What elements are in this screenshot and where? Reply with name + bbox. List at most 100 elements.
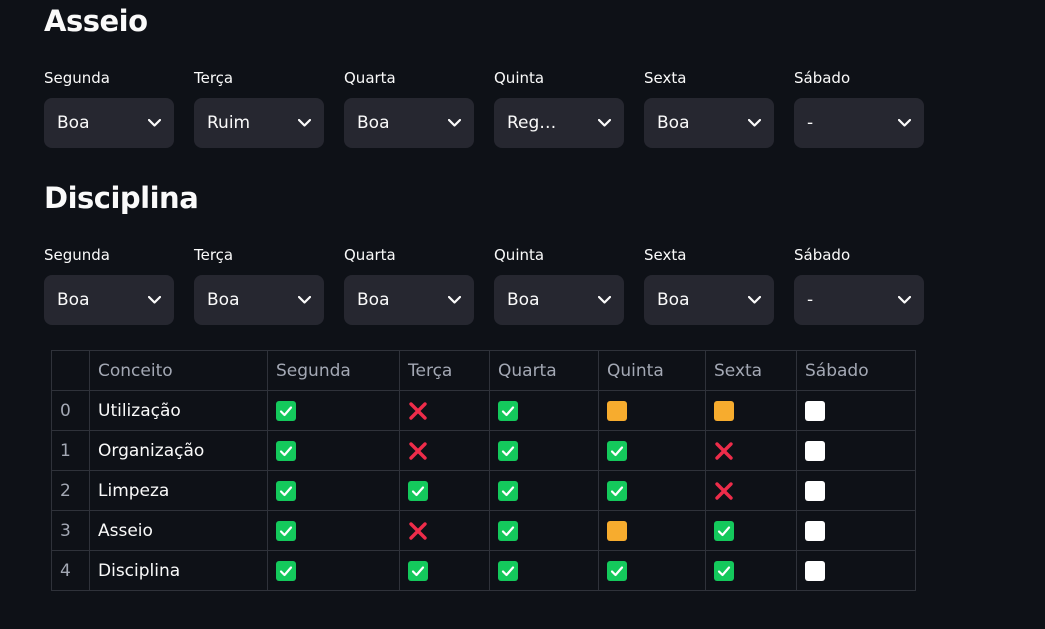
chevron-down-icon[interactable] [447, 116, 461, 130]
white-square-icon [805, 400, 825, 421]
day-select[interactable]: Boa [494, 275, 624, 325]
day-select[interactable]: Boa [344, 275, 474, 325]
chevron-down-icon[interactable] [897, 116, 911, 130]
section-title-disciplina: Disciplina [44, 181, 199, 215]
chevron-down-icon[interactable] [597, 293, 611, 307]
select-label: Terça [194, 246, 234, 264]
check-mark-icon [408, 480, 428, 501]
section-title-asseio: Asseio [44, 4, 148, 38]
chevron-down-icon[interactable] [147, 116, 161, 130]
chevron-down-icon[interactable] [147, 293, 161, 307]
select-label: Quarta [344, 246, 396, 264]
select-label: Sexta [644, 69, 687, 87]
check-mark-icon [714, 560, 734, 581]
status-cell [267, 470, 400, 511]
day-select[interactable]: Boa [344, 98, 474, 148]
white-square-icon [805, 520, 825, 541]
status-cell [796, 510, 916, 551]
table-row: 3 Asseio [51, 510, 916, 551]
table-body: 0 Utilização 1 Organização 2 Limpeza 3 Asseio 4 D… [51, 390, 916, 591]
status-cell [598, 510, 706, 551]
select-value: Boa [57, 113, 90, 133]
check-mark-icon [498, 520, 518, 541]
select-label: Quinta [494, 69, 545, 87]
select-group-segunda: Segunda Boa [44, 68, 174, 148]
column-header[interactable]: Sábado [796, 350, 916, 391]
table-row: 4 Disciplina [51, 550, 916, 591]
chevron-down-icon[interactable] [897, 293, 911, 307]
row-index: 2 [51, 470, 90, 511]
select-group-quarta: Quarta Boa [344, 245, 474, 325]
day-select[interactable]: - [794, 98, 924, 148]
select-group-sábado: Sábado - [794, 245, 924, 325]
check-mark-icon [408, 560, 428, 581]
status-cell [598, 390, 706, 431]
cross-mark-icon [408, 401, 428, 421]
column-header[interactable]: Segunda [267, 350, 400, 391]
select-row-disciplina: Segunda Boa Terça Boa Quarta Boa Quinta Boa Sext… [44, 245, 924, 325]
concept-cell: Organização [89, 430, 268, 471]
column-header[interactable]: Conceito [89, 350, 268, 391]
select-row-asseio: Segunda Boa Terça Ruim Quarta Boa Quinta Reg… Se… [44, 68, 924, 148]
check-mark-icon [498, 440, 518, 461]
select-group-sexta: Sexta Boa [644, 245, 774, 325]
select-value: - [807, 113, 814, 133]
status-cell [267, 390, 400, 431]
concept-cell: Disciplina [89, 550, 268, 591]
column-header[interactable] [51, 350, 90, 391]
day-select[interactable]: Boa [644, 275, 774, 325]
status-cell [489, 430, 599, 471]
chevron-down-icon[interactable] [597, 116, 611, 130]
status-cell [267, 430, 400, 471]
chevron-down-icon[interactable] [297, 293, 311, 307]
column-header[interactable]: Quinta [598, 350, 706, 391]
column-header[interactable]: Quarta [489, 350, 599, 391]
select-label: Terça [194, 69, 234, 87]
select-label: Sábado [794, 246, 851, 264]
select-label: Quarta [344, 69, 396, 87]
row-index: 3 [51, 510, 90, 551]
select-value: Boa [207, 290, 240, 310]
day-select[interactable]: Boa [44, 275, 174, 325]
check-mark-icon [276, 520, 296, 541]
day-select[interactable]: Boa [194, 275, 324, 325]
check-mark-icon [498, 560, 518, 581]
orange-square-icon [714, 400, 734, 421]
white-square-icon [805, 480, 825, 501]
status-cell [598, 470, 706, 511]
status-cell [796, 430, 916, 471]
day-select[interactable]: Boa [44, 98, 174, 148]
chevron-down-icon[interactable] [297, 116, 311, 130]
column-header[interactable]: Terça [399, 350, 490, 391]
day-select[interactable]: Boa [644, 98, 774, 148]
check-mark-icon [607, 440, 627, 461]
check-mark-icon [276, 560, 296, 581]
check-mark-icon [276, 480, 296, 501]
status-cell [796, 390, 916, 431]
select-group-quarta: Quarta Boa [344, 68, 474, 148]
select-group-quinta: Quinta Boa [494, 245, 624, 325]
chevron-down-icon[interactable] [747, 116, 761, 130]
table-row: 0 Utilização [51, 390, 916, 431]
select-value: Ruim [207, 113, 251, 133]
cross-mark-icon [714, 441, 734, 461]
column-header[interactable]: Sexta [705, 350, 797, 391]
select-group-terça: Terça Ruim [194, 68, 324, 148]
status-cell [399, 510, 490, 551]
status-cell [705, 510, 797, 551]
day-select[interactable]: Reg… [494, 98, 624, 148]
row-index: 1 [51, 430, 90, 471]
table-header-row: Conceito Segunda Terça Quarta Quinta Sexta Sáb… [51, 350, 916, 391]
check-mark-icon [607, 560, 627, 581]
row-index: 0 [51, 390, 90, 431]
select-label: Quinta [494, 246, 545, 264]
status-cell [705, 470, 797, 511]
chevron-down-icon[interactable] [747, 293, 761, 307]
select-group-sábado: Sábado - [794, 68, 924, 148]
status-cell [705, 390, 797, 431]
day-select[interactable]: - [794, 275, 924, 325]
select-value: Boa [357, 290, 390, 310]
chevron-down-icon[interactable] [447, 293, 461, 307]
check-mark-icon [714, 520, 734, 541]
day-select[interactable]: Ruim [194, 98, 324, 148]
